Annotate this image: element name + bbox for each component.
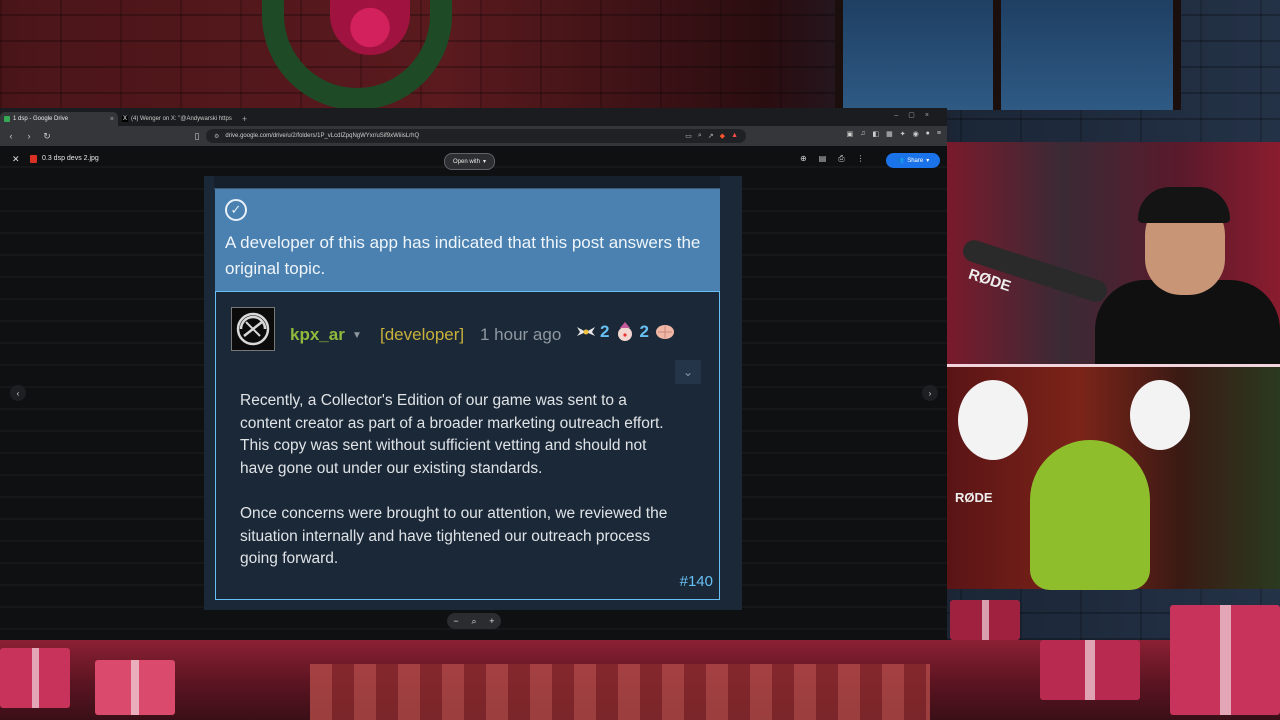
gift-box — [1040, 640, 1140, 700]
window-controls[interactable]: –▢× — [894, 111, 939, 119]
chevron-down-icon: ▾ — [483, 159, 487, 165]
cast-icon[interactable]: ▭ — [685, 132, 692, 140]
award-brain[interactable] — [655, 322, 679, 342]
post-paragraph: Recently, a Collector's Edition of our g… — [240, 392, 664, 477]
music-icon[interactable]: ♫ — [860, 130, 865, 138]
streamer-cap — [1138, 187, 1230, 223]
site-info-icon[interactable]: ⚙ — [214, 133, 219, 140]
developer-tag: [developer] — [380, 325, 465, 344]
reload-icon[interactable]: ↻ — [42, 131, 52, 142]
previous-file-button[interactable]: ‹ — [10, 385, 26, 401]
tab-label: (4) Wenger on X: "@Andywarski https — [131, 116, 232, 122]
more-options-icon[interactable]: ⋮ — [857, 154, 865, 164]
open-with-label: Open with — [453, 158, 481, 165]
rewards-icon[interactable]: ▲ — [731, 132, 738, 140]
people-icon: 👥 — [896, 158, 905, 164]
share-button[interactable]: 👥 Share ▾ — [886, 153, 940, 168]
steam-post-image: ✓ A developer of this app has indicated … — [204, 176, 742, 610]
double-chevron-down-icon: ⌄ — [682, 365, 694, 379]
gift-box — [1170, 605, 1280, 715]
tab-strip: 1 dsp - Google Drive × X (4) Wenger on X… — [0, 108, 947, 126]
checkmark-icon: ✓ — [225, 199, 247, 221]
award-clown[interactable]: 2 — [615, 322, 649, 342]
floor-rug — [310, 664, 930, 720]
profile-icon[interactable]: ● — [926, 130, 930, 138]
clown-award-icon — [615, 322, 635, 342]
author-name[interactable]: kpx_ar — [290, 325, 345, 345]
mic-brand-label: RØDE — [955, 490, 993, 505]
share-label: Share — [907, 157, 924, 164]
post-body: Recently, a Collector's Edition of our g… — [240, 390, 680, 593]
santa-figure — [1130, 380, 1190, 450]
sidebar-icon[interactable]: ▣ — [847, 130, 854, 138]
extension-icon[interactable]: ▦ — [886, 130, 893, 138]
zoom-out-button[interactable]: − — [453, 616, 458, 626]
bookmark-icon[interactable]: ▯ — [192, 131, 202, 142]
previous-post-edge — [214, 176, 720, 189]
author-dropdown-icon[interactable]: ▼ — [352, 330, 362, 341]
gift-box — [0, 648, 70, 708]
extension-icons: ▣ ♫ ◧ ▦ ✦ ◉ ● ≡ — [847, 130, 941, 138]
menu-icon[interactable]: ≡ — [937, 130, 941, 138]
avatar[interactable] — [231, 307, 275, 351]
add-shortcut-icon[interactable]: ⊕ — [800, 154, 807, 164]
drive-favicon-icon — [4, 116, 10, 122]
santa-figure — [958, 380, 1028, 460]
image-file-icon — [30, 155, 37, 163]
expand-menu-button[interactable]: ⌄ — [675, 360, 701, 384]
tab-x-post[interactable]: X (4) Wenger on X: "@Andywarski https — [118, 112, 236, 126]
grinch-costume — [1030, 440, 1150, 590]
studio-logo-icon — [236, 312, 270, 346]
comment-icon[interactable]: ▤ — [819, 154, 827, 164]
post-number-link[interactable]: #140 — [680, 573, 713, 590]
extension-icon[interactable]: ◉ — [913, 130, 919, 138]
tab-google-drive[interactable]: 1 dsp - Google Drive × — [0, 112, 118, 126]
close-tab-icon[interactable]: × — [110, 116, 114, 123]
file-name: 0.3 dsp devs 2.jpg — [42, 155, 99, 162]
post-paragraph: Once concerns were brought to our attent… — [240, 504, 668, 568]
wings-award-icon — [576, 322, 596, 342]
answer-notice: A developer of this app has indicated th… — [225, 233, 701, 278]
extension-icon[interactable]: ✦ — [900, 130, 906, 138]
omnibox-actions: ▭ ⌕ ↗ ◆ ▲ — [685, 132, 738, 140]
gift-box — [950, 600, 1020, 640]
x-favicon-icon: X — [122, 116, 128, 122]
zoom-icon: ⌕ — [471, 615, 477, 626]
brain-award-icon — [655, 322, 675, 342]
gift-box — [95, 660, 175, 715]
award-wings[interactable]: 2 — [576, 322, 609, 342]
address-text: drive.google.com/drive/u/2/folders/1P_vL… — [225, 133, 420, 139]
extension-icon[interactable]: ◧ — [872, 130, 879, 138]
post-timestamp: 1 hour ago — [480, 325, 562, 344]
chevron-down-icon: ▾ — [926, 158, 930, 164]
forum-post: kpx_ar ▼ [developer] 1 hour ago 2 2 ⌄ Re… — [215, 291, 720, 600]
open-with-button[interactable]: Open with ▾ — [444, 153, 496, 170]
address-bar[interactable]: ⚙ drive.google.com/drive/u/2/folders/1P_… — [206, 129, 746, 143]
browser-toolbar: ‹ › ↻ ▯ ⚙ drive.google.com/drive/u/2/fol… — [0, 126, 947, 146]
award-count: 2 — [639, 322, 649, 341]
print-icon[interactable]: ⎙ — [838, 154, 844, 164]
back-icon[interactable]: ‹ — [6, 131, 16, 141]
viewer-header: ✕ 0.3 dsp devs 2.jpg Open with ▾ ⊕ ▤ ⎙ ⋮… — [0, 146, 947, 174]
new-tab-icon[interactable]: + — [242, 114, 247, 124]
award-count: 2 — [600, 322, 610, 341]
award-list: 2 2 — [576, 322, 679, 342]
share-page-icon[interactable]: ↗ — [708, 132, 714, 140]
viewer-tools: ⊕ ▤ ⎙ ⋮ — [800, 154, 865, 164]
forward-icon[interactable]: › — [24, 131, 34, 141]
close-viewer-icon[interactable]: ✕ — [12, 154, 20, 165]
brave-shield-icon[interactable]: ◆ — [720, 132, 725, 140]
next-file-button[interactable]: › — [922, 385, 938, 401]
zoom-controls: − ⌕ + — [447, 613, 501, 629]
zoom-in-button[interactable]: + — [489, 616, 494, 626]
answer-banner: ✓ A developer of this app has indicated … — [215, 189, 720, 291]
tab-label: 1 dsp - Google Drive — [13, 116, 69, 122]
background-window — [835, 0, 1181, 110]
zoom-icon[interactable]: ⌕ — [698, 132, 702, 140]
